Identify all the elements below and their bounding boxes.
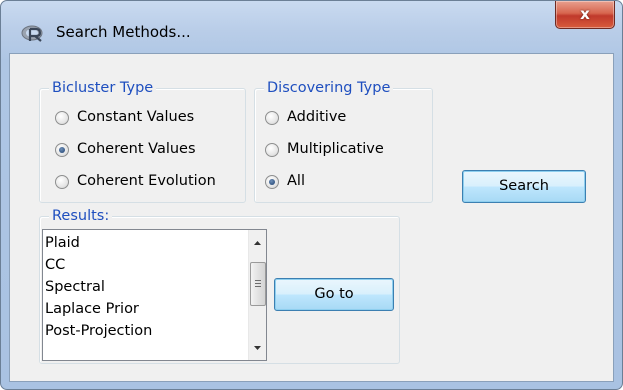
search-button[interactable]: Search [462,170,586,203]
radio-label: Coherent Evolution [77,173,216,189]
radio-label: Constant Values [77,109,195,125]
radio-button-icon[interactable] [55,175,69,189]
grip-line [255,286,261,287]
goto-button-label: Go to [314,286,354,302]
bicluster-type-title: Bicluster Type [49,78,157,98]
scroll-down-arrow-icon[interactable] [249,339,266,356]
discovering-type-title: Discovering Type [264,78,394,98]
discovering-type-group: Discovering Type Additive Multiplicative… [254,78,433,203]
radio-coherent-values[interactable]: Coherent Values [55,140,240,162]
bicluster-type-group: Bicluster Type Constant Values Coherent … [39,78,246,203]
radio-all[interactable]: All [265,172,425,194]
results-group: Results: Plaid CC Spectral Laplace Prior… [39,206,400,364]
radio-button-icon[interactable] [265,111,279,125]
window-title: Search Methods... [56,23,191,41]
results-scrollbar[interactable] [248,230,266,360]
results-listbox[interactable]: Plaid CC Spectral Laplace Prior Post-Pro… [42,229,267,361]
list-item[interactable]: CC [45,254,65,276]
r-logo-icon [21,25,43,42]
radio-constant-values[interactable]: Constant Values [55,108,240,130]
results-title: Results: [49,206,113,226]
goto-button[interactable]: Go to [274,278,394,311]
radio-button-icon[interactable] [265,143,279,157]
dialog-client-area: Bicluster Type Constant Values Coherent … [9,53,614,382]
title-bar[interactable]: Search Methods... x [1,1,622,53]
radio-button-icon[interactable] [55,143,69,157]
scroll-thumb[interactable] [250,262,266,306]
close-icon: x [580,5,590,23]
radio-button-icon[interactable] [265,175,279,189]
radio-additive[interactable]: Additive [265,108,425,130]
grip-line [255,280,261,281]
scroll-up-arrow-icon[interactable] [249,234,266,251]
search-methods-window: Search Methods... x Bicluster Type Const… [0,0,623,390]
close-button[interactable]: x [555,1,615,29]
search-button-label: Search [499,178,549,194]
list-item[interactable]: Spectral [45,276,105,298]
grip-line [255,283,261,284]
radio-label: Multiplicative [287,141,384,157]
radio-button-icon[interactable] [55,111,69,125]
radio-coherent-evolution[interactable]: Coherent Evolution [55,172,240,194]
radio-multiplicative[interactable]: Multiplicative [265,140,425,162]
list-item[interactable]: Post-Projection [45,320,152,342]
radio-label: Additive [287,109,347,125]
list-item[interactable]: Plaid [45,232,80,254]
radio-label: All [287,173,305,189]
radio-label: Coherent Values [77,141,196,157]
list-item[interactable]: Laplace Prior [45,298,139,320]
